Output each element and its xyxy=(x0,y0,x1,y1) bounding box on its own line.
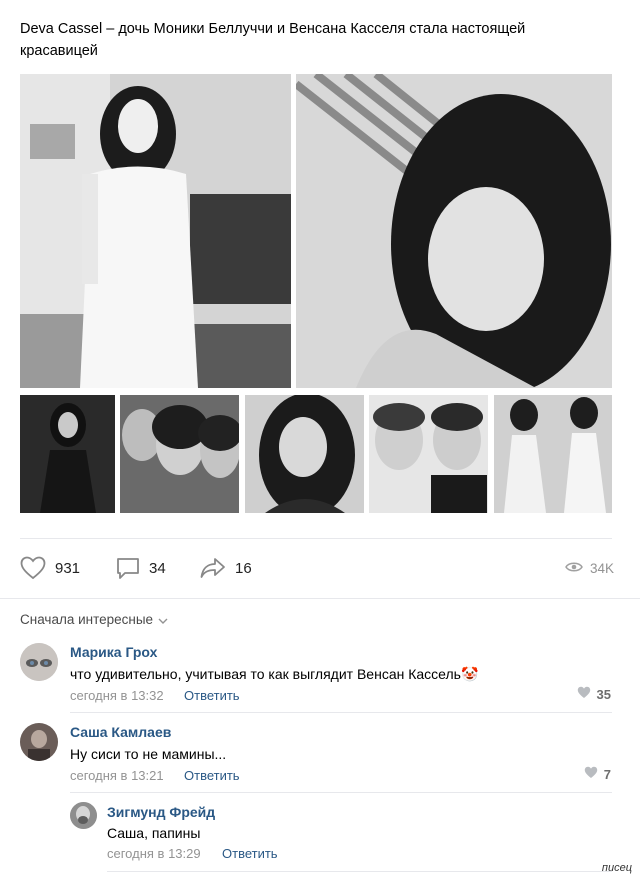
comment-time: сегодня в 13:32 xyxy=(70,688,164,703)
comment-bubble-icon xyxy=(116,556,140,580)
comment-text: что удивительно, учитывая то как выгляди… xyxy=(70,666,461,682)
heart-icon xyxy=(584,766,598,782)
heart-icon xyxy=(577,686,591,702)
comment-text-row: что удивительно, учитывая то как выгляди… xyxy=(70,666,478,683)
like-button[interactable]: 931 xyxy=(20,548,80,588)
comment-like-button[interactable]: 7 xyxy=(584,766,611,782)
photo-large-1[interactable] xyxy=(20,74,291,388)
photo-small-3[interactable] xyxy=(245,395,364,513)
like-count: 931 xyxy=(55,559,81,577)
share-arrow-icon xyxy=(200,557,226,579)
divider xyxy=(0,598,640,599)
comment-text: Саша, папины xyxy=(107,825,201,841)
comment-time: сегодня в 13:29 xyxy=(107,846,201,861)
comment-like-count: 35 xyxy=(596,686,611,702)
photo-small-1[interactable] xyxy=(20,395,115,513)
divider xyxy=(20,538,612,539)
heart-icon xyxy=(20,556,46,580)
avatar[interactable] xyxy=(70,802,97,829)
divider xyxy=(107,871,612,872)
views-counter: 34K xyxy=(565,548,614,588)
comment-count: 34 xyxy=(149,559,166,577)
share-count: 16 xyxy=(235,559,252,577)
comments-sort-dropdown[interactable]: Сначала интересные xyxy=(20,612,168,627)
comment-author[interactable]: Зигмунд Фрейд xyxy=(107,804,215,820)
watermark: писец xyxy=(601,862,632,874)
photo-small-4[interactable] xyxy=(369,395,488,513)
comment-author[interactable]: Марика Грох xyxy=(70,644,157,660)
clown-emoji: 🤡 xyxy=(460,666,479,682)
photo-small-5[interactable] xyxy=(494,395,612,513)
post-actions-bar: 931 34 16 34K xyxy=(0,548,640,588)
comment-item: Марика Грох что удивительно, учитывая то… xyxy=(0,640,640,710)
comment-item: Саша Камлаев Ну сиси то не мамины... сег… xyxy=(0,720,640,790)
divider xyxy=(70,792,612,793)
views-count: 34K xyxy=(589,560,614,576)
post-text: Deva Cassel – дочь Моники Беллуччи и Вен… xyxy=(20,21,526,59)
photo-small-2[interactable] xyxy=(120,395,239,513)
avatar[interactable] xyxy=(20,723,58,761)
comment-author[interactable]: Саша Камлаев xyxy=(70,724,171,740)
chevron-down-icon xyxy=(158,612,168,627)
comment-text: Ну сиси то не мамины... xyxy=(70,746,227,762)
reply-button[interactable]: Ответить xyxy=(184,688,240,703)
comment-button[interactable]: 34 xyxy=(116,548,166,588)
comments-sort-label: Сначала интересные xyxy=(20,612,154,627)
comment-like-button[interactable]: 35 xyxy=(577,686,611,702)
avatar[interactable] xyxy=(20,643,58,681)
eye-icon xyxy=(565,561,583,576)
reply-button[interactable]: Ответить xyxy=(222,846,278,861)
share-button[interactable]: 16 xyxy=(200,548,252,588)
comment-reply-item: Зигмунд Фрейд Саша, папины сегодня в 13:… xyxy=(0,800,640,870)
divider xyxy=(70,712,612,713)
photo-large-2[interactable] xyxy=(296,74,612,388)
comment-time: сегодня в 13:21 xyxy=(70,768,164,783)
reply-button[interactable]: Ответить xyxy=(184,768,240,783)
comment-like-count: 7 xyxy=(603,766,611,782)
